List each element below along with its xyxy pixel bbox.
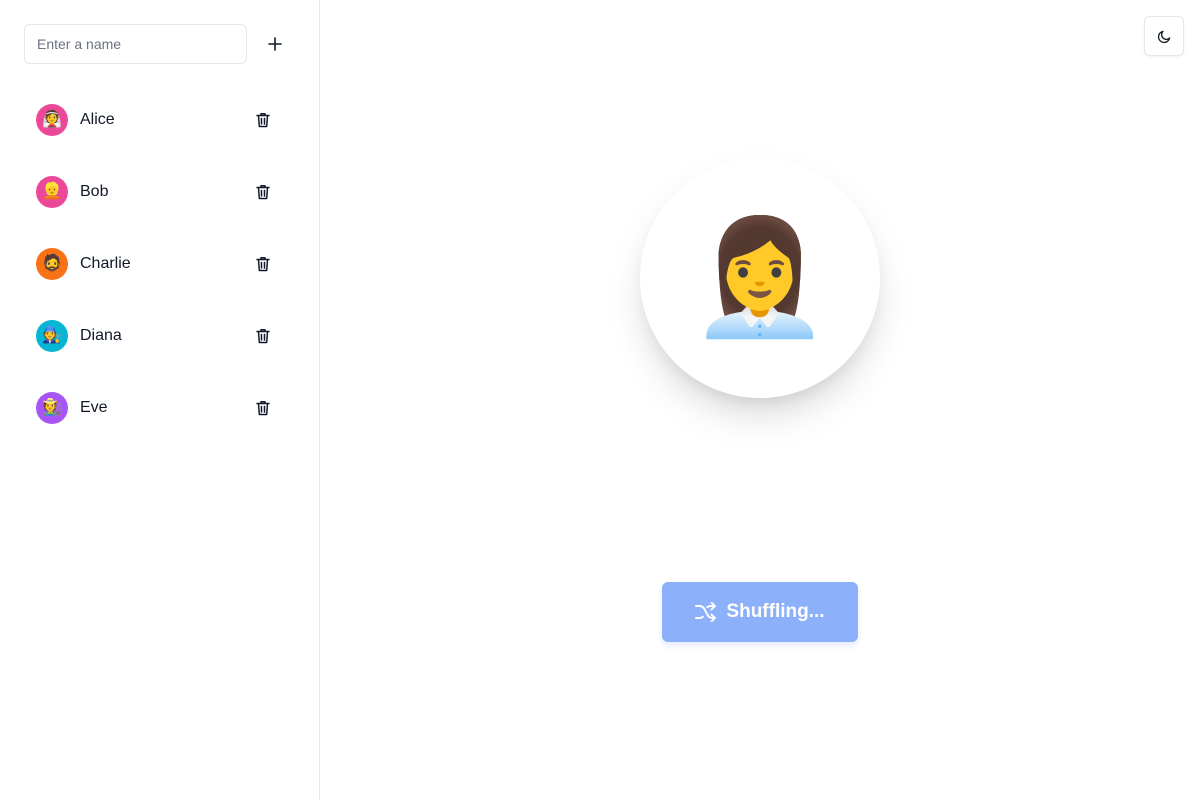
delete-button[interactable] [250,108,276,132]
delete-button[interactable] [250,252,276,276]
sidebar: 👰 Alice 👱 Bob 🧔 Charlie [0,0,320,800]
trash-icon [256,257,270,272]
shuffle-button-label: Shuffling... [726,601,825,622]
list-item: 👰 Alice [24,84,296,156]
selected-person-emoji: 👩‍💼 [690,215,830,340]
delete-button[interactable] [250,396,276,420]
people-list: 👰 Alice 👱 Bob 🧔 Charlie [24,84,296,444]
delete-button[interactable] [250,180,276,204]
plus-icon [268,37,282,51]
person-name: Bob [80,183,109,200]
person-name: Eve [80,399,108,416]
delete-button[interactable] [250,324,276,348]
moon-icon [1157,30,1170,43]
list-item: 🧔 Charlie [24,228,296,300]
list-item: 🧑‍🔧 Diana [24,300,296,372]
trash-icon [256,329,270,344]
app: 👰 Alice 👱 Bob 🧔 Charlie [0,0,1200,800]
avatar: 👰 [36,104,68,136]
avatar: 🧔 [36,248,68,280]
person-name: Charlie [80,255,131,272]
list-item: 🧑‍🌾 Eve [24,372,296,444]
theme-toggle-button[interactable] [1144,16,1184,56]
avatar: 🧑‍🔧 [36,320,68,352]
add-person-row [24,24,296,64]
shuffle-button[interactable]: Shuffling... [662,582,858,642]
main-panel: 👩‍💼 Shuffling... [320,0,1200,800]
trash-icon [256,185,270,200]
name-input[interactable] [24,24,247,64]
trash-icon [256,401,270,416]
shuffle-icon [695,602,717,622]
person-name: Diana [80,327,122,344]
avatar: 🧑‍🌾 [36,392,68,424]
person-name: Alice [80,111,115,128]
selected-person-circle: 👩‍💼 [640,158,880,398]
trash-icon [256,113,270,128]
avatar: 👱 [36,176,68,208]
list-item: 👱 Bob [24,156,296,228]
add-button[interactable] [262,28,288,60]
